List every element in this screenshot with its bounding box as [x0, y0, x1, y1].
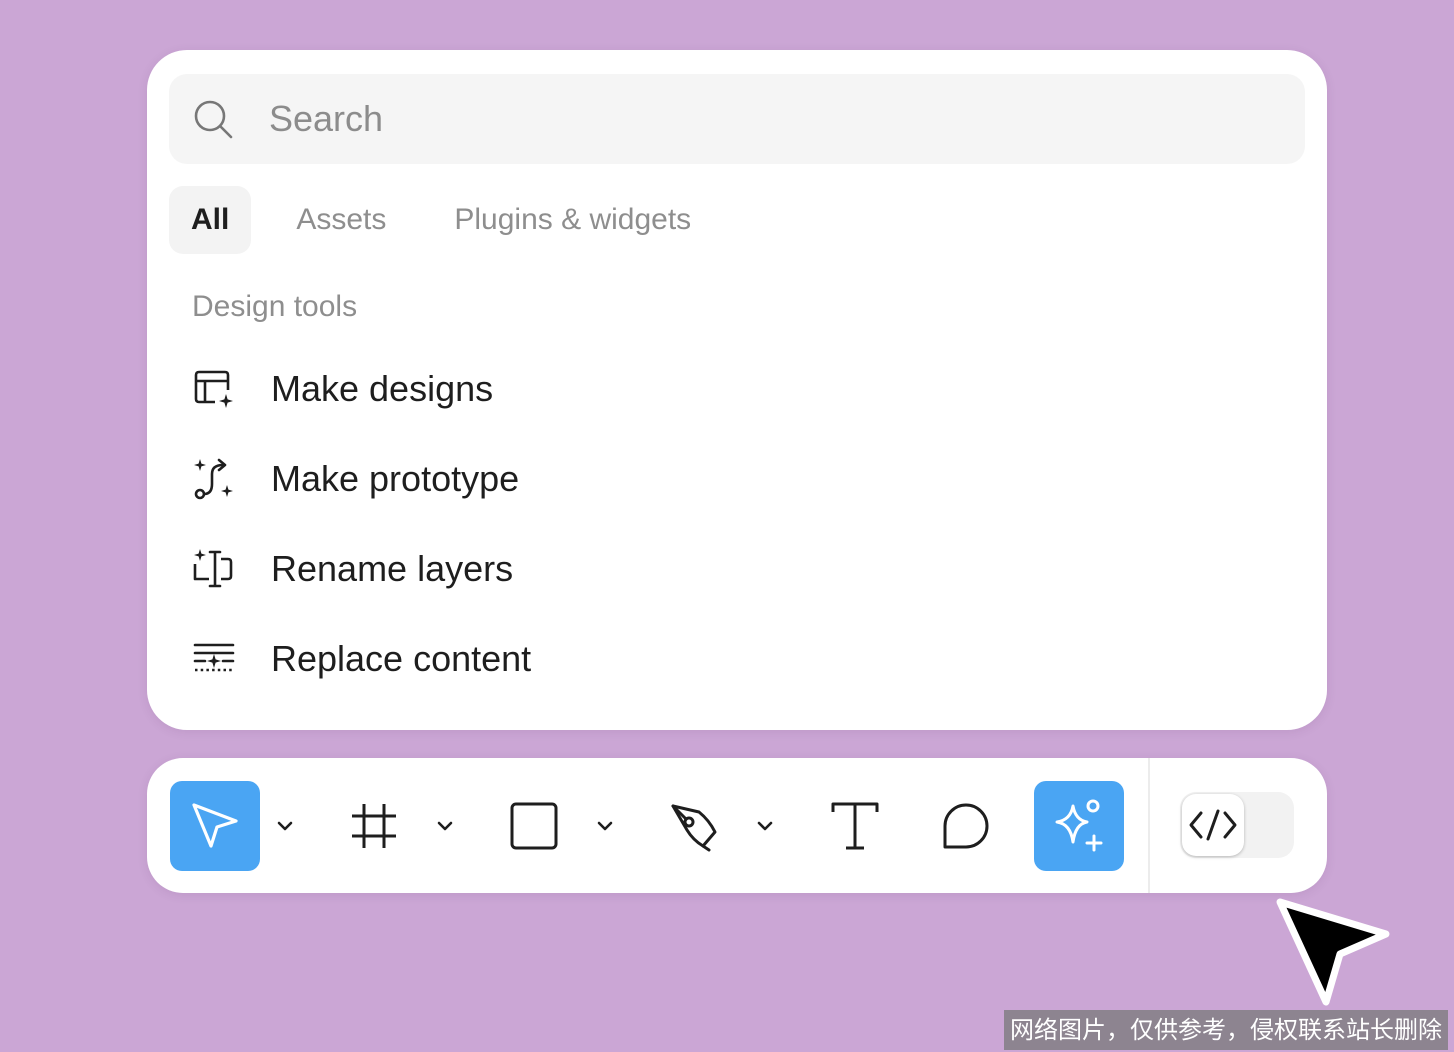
replace-content-icon: [193, 643, 235, 672]
rectangle-icon: [510, 802, 558, 850]
dev-mode-toggle-knob: [1182, 794, 1244, 856]
tab-plugins-widgets[interactable]: Plugins & widgets: [431, 186, 714, 254]
actions-panel: All Assets Plugins & widgets Design tool…: [147, 50, 1327, 730]
tab-all[interactable]: All: [169, 186, 252, 254]
menu-item-make-prototype[interactable]: Make prototype: [169, 434, 1305, 524]
ai-sparkle-icon: [1055, 799, 1103, 852]
move-cursor-icon: [192, 803, 238, 848]
actions-ai-button[interactable]: [1034, 781, 1124, 871]
toolbar: [147, 758, 1327, 893]
frame-tool-menu-button[interactable]: [432, 813, 458, 839]
chevron-down-icon: [597, 821, 613, 831]
chevron-down-icon: [437, 821, 453, 831]
dev-mode-toggle[interactable]: [1180, 792, 1294, 858]
menu-item-rename-layers[interactable]: Rename layers: [169, 524, 1305, 614]
pen-icon: [671, 804, 717, 852]
tab-assets[interactable]: Assets: [273, 186, 409, 254]
design-tools-list: Make designs Make prototype Rename layer…: [169, 344, 1305, 704]
frame-icon: [352, 804, 396, 848]
section-heading-design-tools: Design tools: [192, 290, 358, 323]
pen-tool-menu-button[interactable]: [752, 813, 778, 839]
move-tool-menu-button[interactable]: [272, 813, 298, 839]
make-designs-icon: [194, 370, 233, 408]
chevron-down-icon: [277, 821, 293, 831]
mouse-pointer-icon: [1276, 898, 1390, 1006]
rectangle-tool-menu-button[interactable]: [592, 813, 618, 839]
menu-item-replace-content[interactable]: Replace content: [169, 614, 1305, 704]
comment-tool-button[interactable]: [921, 781, 1011, 871]
search-icon: [194, 100, 233, 139]
make-prototype-icon: [194, 458, 233, 500]
chevron-down-icon: [757, 821, 773, 831]
search-input[interactable]: [269, 88, 1279, 150]
code-icon: [1189, 809, 1237, 841]
pen-tool-button[interactable]: [650, 781, 740, 871]
menu-item-label: Replace content: [271, 638, 532, 679]
search-bar[interactable]: [169, 74, 1305, 164]
text-tool-button[interactable]: [810, 781, 900, 871]
watermark-text: 网络图片，仅供参考，侵权联系站长删除: [1004, 1010, 1448, 1050]
text-icon: [831, 802, 879, 850]
menu-item-label: Make prototype: [271, 458, 520, 499]
menu-item-make-designs[interactable]: Make designs: [169, 344, 1305, 434]
comment-icon: [943, 803, 989, 849]
rectangle-tool-button[interactable]: [489, 781, 579, 871]
move-tool-button[interactable]: [170, 781, 260, 871]
toolbar-divider: [1148, 758, 1150, 893]
rename-layers-icon: [193, 549, 233, 588]
menu-item-label: Rename layers: [271, 548, 514, 589]
tab-bar: All Assets Plugins & widgets: [169, 186, 736, 254]
frame-tool-button[interactable]: [329, 781, 419, 871]
menu-item-label: Make designs: [271, 368, 494, 409]
